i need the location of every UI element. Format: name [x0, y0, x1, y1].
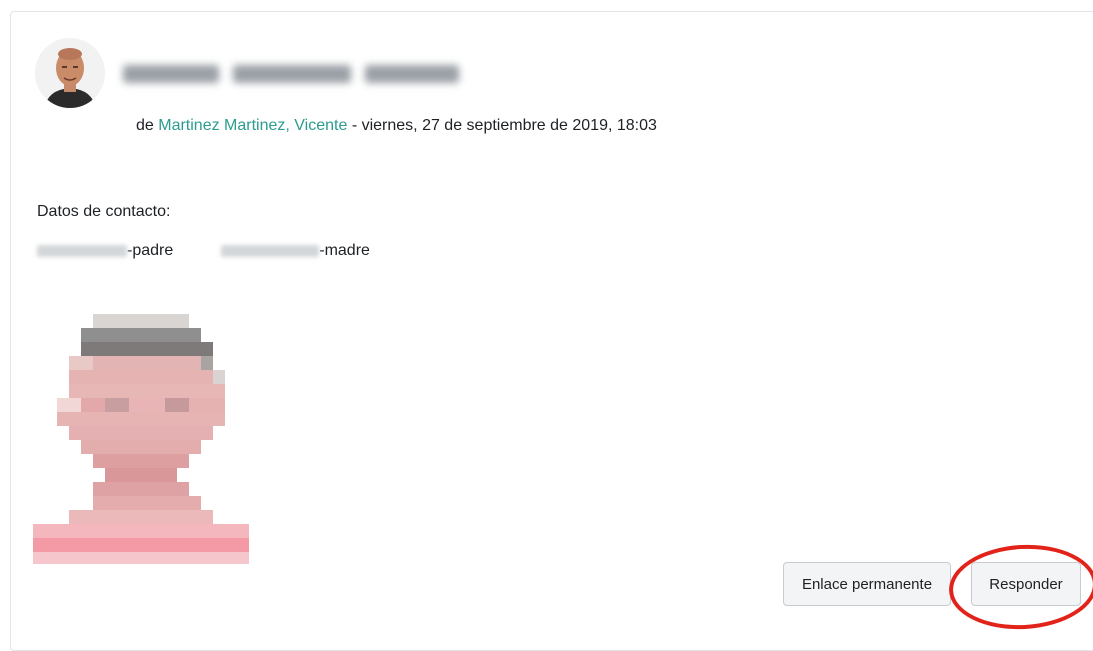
contact-father-label: -padre [127, 242, 174, 259]
permalink-button[interactable]: Enlace permanente [783, 562, 951, 606]
contact-mother-label: -madre [319, 242, 370, 259]
contact-line: -padre -madre [37, 241, 370, 261]
contact-heading: Datos de contacto: [37, 203, 171, 220]
byline-separator: - [347, 117, 362, 134]
forum-post: de Martinez Martinez, Vicente - viernes,… [10, 11, 1093, 651]
post-subject [123, 59, 479, 89]
author-avatar[interactable] [35, 38, 105, 108]
redacted-father-phone [37, 245, 127, 257]
author-link[interactable]: Martinez Martinez, Vicente [158, 117, 347, 134]
pixelated-photo [33, 304, 249, 568]
byline-prefix: de [136, 117, 159, 134]
redacted-mother-phone [221, 245, 320, 257]
reply-button[interactable]: Responder [971, 562, 1081, 606]
post-date: viernes, 27 de septiembre de 2019, 18:03 [361, 117, 657, 134]
avatar-photo [35, 38, 105, 108]
post-byline: de Martinez Martinez, Vicente - viernes,… [136, 116, 657, 136]
